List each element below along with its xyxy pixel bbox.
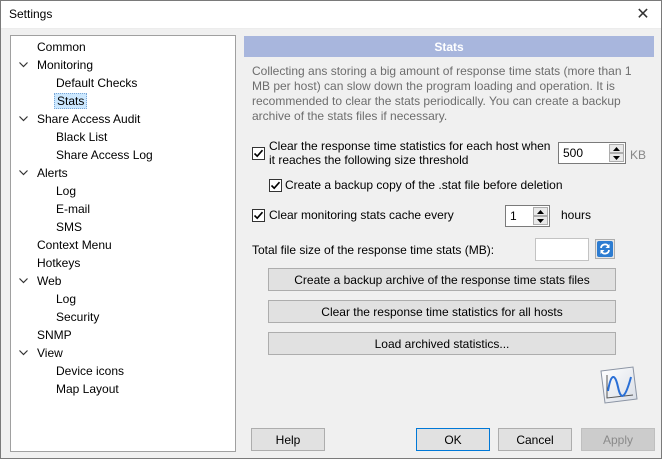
tree-item-web[interactable]: Web (35, 272, 63, 290)
tree-item-label: Hotkeys (37, 256, 81, 270)
tree-item-label: Common (37, 40, 86, 54)
backup-copy-checkbox[interactable] (269, 179, 282, 192)
close-icon[interactable]: ✕ (633, 4, 653, 24)
stepper-up-icon[interactable] (609, 144, 624, 153)
tree-item-label: Black List (56, 130, 108, 144)
tree-item-label: Web (37, 274, 62, 288)
cache-interval-value: 1 (510, 209, 517, 223)
tree-item-label: Map Layout (56, 382, 119, 396)
chevron-down-icon[interactable] (18, 110, 28, 128)
chevron-down-icon[interactable] (18, 272, 28, 290)
stepper-down-icon[interactable] (533, 216, 548, 225)
stepper-up-icon[interactable] (533, 207, 548, 216)
stats-chart-icon (597, 365, 641, 405)
settings-window: Settings ✕ Common Monitoring Default Check… (0, 0, 662, 459)
tree-item-label: Security (56, 310, 100, 324)
threshold-size-value: 500 (563, 146, 584, 160)
tree-item-label: Device icons (56, 364, 125, 378)
chevron-down-icon[interactable] (18, 56, 28, 74)
clear-cache-checkbox[interactable] (252, 209, 265, 222)
tree-item-label: E-mail (56, 202, 91, 216)
tree-item-share-access-audit[interactable]: Share Access Audit (35, 110, 142, 128)
tree-item-label: SNMP (37, 328, 72, 342)
tree-item-e-mail[interactable]: E-mail (54, 200, 92, 218)
tree-item-label: View (37, 346, 63, 360)
tree-item-monitoring[interactable]: Monitoring (35, 56, 95, 74)
total-size-field (535, 238, 589, 261)
panel-header: Stats (244, 36, 654, 57)
tree-item-alerts[interactable]: Alerts (35, 164, 70, 182)
tree-item-black-list[interactable]: Black List (54, 128, 109, 146)
tree-item-label: Share Access Log (56, 148, 153, 162)
tree-item-default-checks[interactable]: Default Checks (54, 74, 139, 92)
stats-description: Collecting ans storing a big amount of r… (252, 64, 632, 123)
tree-item-view[interactable]: View (35, 344, 65, 362)
window-title: Settings (9, 7, 53, 21)
apply-button[interactable]: Apply (581, 428, 655, 451)
stepper-down-icon[interactable] (609, 153, 624, 162)
tree-item-common[interactable]: Common (35, 38, 88, 56)
clear-cache-label: Clear monitoring stats cache every (269, 208, 454, 222)
tree-item-label: SMS (56, 220, 83, 234)
total-size-label: Total file size of the response time sta… (252, 243, 495, 257)
tree-item-log[interactable]: Log (54, 182, 78, 200)
tree-item-label: Share Access Audit (37, 112, 141, 126)
tree-item-security[interactable]: Security (54, 308, 101, 326)
tree-item-share-access-log[interactable]: Share Access Log (54, 146, 155, 164)
tree-item-log[interactable]: Log (54, 290, 78, 308)
refresh-icon[interactable] (595, 239, 615, 259)
cache-interval-stepper[interactable]: 1 (505, 205, 550, 227)
backup-copy-label: Create a backup copy of the .stat file b… (285, 178, 563, 192)
tree-item-sms[interactable]: SMS (54, 218, 84, 236)
clear-threshold-label-line1: Clear the response time statistics for e… (269, 139, 551, 153)
title-bar: Settings ✕ (1, 1, 661, 29)
tree-item-label: Monitoring (37, 58, 94, 72)
chevron-down-icon[interactable] (18, 164, 28, 182)
threshold-unit: KB (630, 148, 647, 162)
load-archived-stats-button[interactable]: Load archived statistics... (268, 332, 616, 355)
cancel-button[interactable]: Cancel (498, 428, 572, 451)
chevron-down-icon[interactable] (18, 344, 28, 362)
tree-item-label: Log (56, 184, 77, 198)
settings-tree[interactable]: Common Monitoring Default Checks Stats Share… (10, 35, 236, 452)
tree-item-label: Log (56, 292, 77, 306)
tree-item-context-menu[interactable]: Context Menu (35, 236, 114, 254)
clear-all-stats-button[interactable]: Clear the response time statistics for a… (268, 300, 616, 323)
tree-item-map-layout[interactable]: Map Layout (54, 380, 121, 398)
help-button[interactable]: Help (251, 428, 325, 451)
clear-threshold-label-line2: it reaches the following size threshold (269, 153, 469, 167)
tree-item-label: Alerts (37, 166, 68, 180)
create-backup-archive-button[interactable]: Create a backup archive of the response … (268, 268, 616, 291)
tree-item-stats[interactable]: Stats (54, 92, 88, 110)
tree-item-device-icons[interactable]: Device icons (54, 362, 126, 380)
tree-item-label: Default Checks (56, 76, 138, 90)
tree-item-hotkeys[interactable]: Hotkeys (35, 254, 82, 272)
threshold-size-stepper[interactable]: 500 (558, 142, 626, 164)
tree-item-label: Stats (54, 93, 88, 109)
tree-item-snmp[interactable]: SNMP (35, 326, 74, 344)
clear-threshold-checkbox[interactable] (252, 147, 265, 160)
ok-button[interactable]: OK (416, 428, 490, 451)
cache-interval-unit: hours (561, 208, 592, 222)
tree-item-label: Context Menu (37, 238, 112, 252)
